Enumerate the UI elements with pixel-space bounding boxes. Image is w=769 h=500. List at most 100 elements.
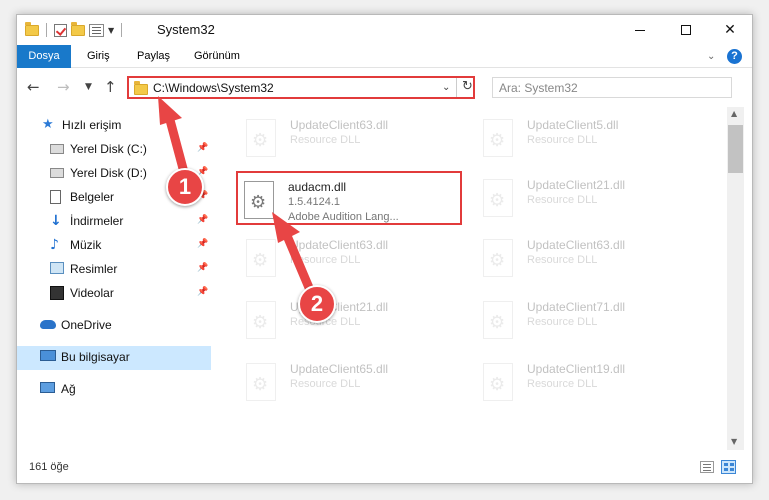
disk-icon xyxy=(50,144,64,154)
file-name: UpdateClient65.dll xyxy=(290,362,389,376)
address-divider xyxy=(456,78,457,97)
sidebar-item-onedrive[interactable]: OneDrive xyxy=(17,314,211,336)
dll-file-icon xyxy=(246,363,276,401)
dll-file-icon xyxy=(246,301,276,339)
forward-arrow-icon[interactable]: → xyxy=(57,78,70,96)
search-placeholder[interactable]: Ara: System32 xyxy=(499,81,578,95)
rename-icon[interactable] xyxy=(89,23,104,37)
file-version: 1.5.4124.1 xyxy=(288,196,340,208)
customize-dropdown-icon[interactable]: ▼ xyxy=(108,26,114,35)
minimize-button[interactable] xyxy=(617,15,663,45)
file-tile[interactable]: UpdateClient5.dll Resource DLL xyxy=(477,111,697,165)
maximize-icon xyxy=(681,25,691,35)
sidebar-item-disk-c[interactable]: Yerel Disk (C:) 📌 xyxy=(17,138,211,160)
status-bar: 161 öğe xyxy=(17,451,752,483)
file-tile[interactable]: UpdateClient63.dll Resource DLL xyxy=(240,231,460,285)
sidebar-item-label: Ağ xyxy=(61,382,76,396)
address-bar[interactable]: C:\Windows\System32 ⌄ ↻ xyxy=(127,76,475,99)
dll-file-icon xyxy=(483,301,513,339)
sidebar-item-label: OneDrive xyxy=(61,318,112,332)
pin-icon[interactable]: 📌 xyxy=(197,143,208,153)
address-dropdown-icon[interactable]: ⌄ xyxy=(442,82,450,93)
sidebar-item-pictures[interactable]: Resimler 📌 xyxy=(17,258,211,280)
refresh-icon[interactable]: ↻ xyxy=(462,79,473,94)
tab-view[interactable]: Görünüm xyxy=(194,45,240,68)
recent-locations-chevron-icon[interactable]: ▼ xyxy=(85,82,92,92)
pin-icon[interactable]: 📌 xyxy=(197,287,208,297)
scroll-thumb[interactable] xyxy=(728,125,743,173)
sidebar-item-this-pc[interactable]: Bu bilgisayar xyxy=(17,346,211,370)
file-name: UpdateClient5.dll xyxy=(527,118,619,132)
item-count: 161 öğe xyxy=(29,461,69,473)
sidebar-item-videos[interactable]: Videolar 📌 xyxy=(17,282,211,304)
file-name: UpdateClient19.dll xyxy=(527,362,626,376)
large-icons-view-icon[interactable] xyxy=(721,460,736,474)
search-box[interactable]: Ara: System32 xyxy=(492,77,732,98)
pin-icon[interactable]: 📌 xyxy=(197,215,208,225)
minimize-icon xyxy=(635,29,645,31)
scroll-down-icon[interactable]: ▼ xyxy=(731,437,737,446)
pin-icon[interactable]: 📌 xyxy=(197,239,208,249)
file-description: Resource DLL xyxy=(527,378,598,390)
dll-file-icon xyxy=(483,239,513,277)
disk-icon xyxy=(50,168,64,178)
dll-file-icon xyxy=(483,363,513,401)
back-arrow-icon[interactable]: ← xyxy=(27,78,40,96)
file-tile[interactable]: UpdateClient21.dll Resource DLL xyxy=(477,171,697,225)
file-description: Resource DLL xyxy=(527,316,598,328)
file-name: audacm.dll xyxy=(288,180,347,194)
navigation-pane: ★ Hızlı erişim Yerel Disk (C:) 📌 Yerel D… xyxy=(17,107,211,450)
file-tile[interactable]: UpdateClient21.dll Resource DLL xyxy=(240,293,460,347)
properties-check-icon[interactable] xyxy=(54,23,67,37)
file-tile-audacm[interactable]: audacm.dll 1.5.4124.1 Adobe Audition Lan… xyxy=(236,171,462,225)
tab-share[interactable]: Paylaş xyxy=(137,45,170,68)
video-icon xyxy=(50,286,64,300)
explorer-window: ▼ System32 ✕ Dosya Giriş Paylaş Görünüm … xyxy=(16,14,753,484)
up-arrow-icon[interactable]: ↑ xyxy=(104,78,117,96)
file-tile[interactable]: UpdateClient63.dll Resource DLL xyxy=(240,111,460,165)
pictures-icon xyxy=(50,262,64,274)
details-view-icon[interactable] xyxy=(700,461,714,473)
file-description: Resource DLL xyxy=(527,194,598,206)
maximize-button[interactable] xyxy=(663,15,709,45)
expand-ribbon-chevron-icon[interactable]: ⌄ xyxy=(707,51,715,62)
scroll-up-icon[interactable]: ▲ xyxy=(731,109,737,118)
sidebar-item-label: Resimler xyxy=(70,262,118,276)
new-folder-icon[interactable] xyxy=(71,21,85,36)
network-icon xyxy=(40,382,55,393)
file-description: Resource DLL xyxy=(290,378,361,390)
sidebar-item-label: Yerel Disk (D:) xyxy=(70,166,147,180)
dll-file-icon xyxy=(483,119,513,157)
tab-file[interactable]: Dosya xyxy=(17,45,71,68)
sidebar-item-label: Hızlı erişim xyxy=(62,118,122,132)
sidebar-item-downloads[interactable]: ↓ İndirmeler 📌 xyxy=(17,210,211,232)
window-title: System32 xyxy=(157,22,215,37)
document-icon xyxy=(50,190,61,204)
vertical-scrollbar[interactable]: ▲ ▼ xyxy=(727,107,744,450)
sidebar-item-quick-access[interactable]: ★ Hızlı erişim xyxy=(17,114,211,136)
file-tile[interactable]: UpdateClient65.dll Resource DLL xyxy=(240,355,460,409)
folder-icon[interactable] xyxy=(25,21,39,36)
step-two-badge: 2 xyxy=(298,285,336,323)
file-description: Resource DLL xyxy=(290,254,361,266)
sidebar-item-music[interactable]: ♪ Müzik 📌 xyxy=(17,234,211,256)
file-list: UpdateClient63.dll Resource DLL audacm.d… xyxy=(212,107,726,450)
address-folder-icon xyxy=(134,81,148,95)
address-path[interactable]: C:\Windows\System32 xyxy=(153,81,274,95)
dll-file-icon xyxy=(246,239,276,277)
step-one-badge: 1 xyxy=(166,168,204,206)
dll-file-icon xyxy=(244,181,274,219)
file-tile[interactable]: UpdateClient19.dll Resource DLL xyxy=(477,355,697,409)
file-tile[interactable]: UpdateClient63.dll Resource DLL xyxy=(477,231,697,285)
tab-home[interactable]: Giriş xyxy=(87,45,110,68)
pin-icon[interactable]: 📌 xyxy=(197,263,208,273)
computer-icon xyxy=(40,350,56,361)
file-name: UpdateClient63.dll xyxy=(290,238,389,252)
sidebar-item-network[interactable]: Ağ xyxy=(17,378,211,400)
title-bar: ▼ System32 ✕ xyxy=(17,15,752,45)
download-icon: ↓ xyxy=(50,213,62,229)
help-icon[interactable]: ? xyxy=(727,49,742,64)
file-tile[interactable]: UpdateClient71.dll Resource DLL xyxy=(477,293,697,347)
close-button[interactable]: ✕ xyxy=(707,15,753,45)
ribbon-tabs: Dosya Giriş Paylaş Görünüm ⌄ ? xyxy=(17,45,752,68)
